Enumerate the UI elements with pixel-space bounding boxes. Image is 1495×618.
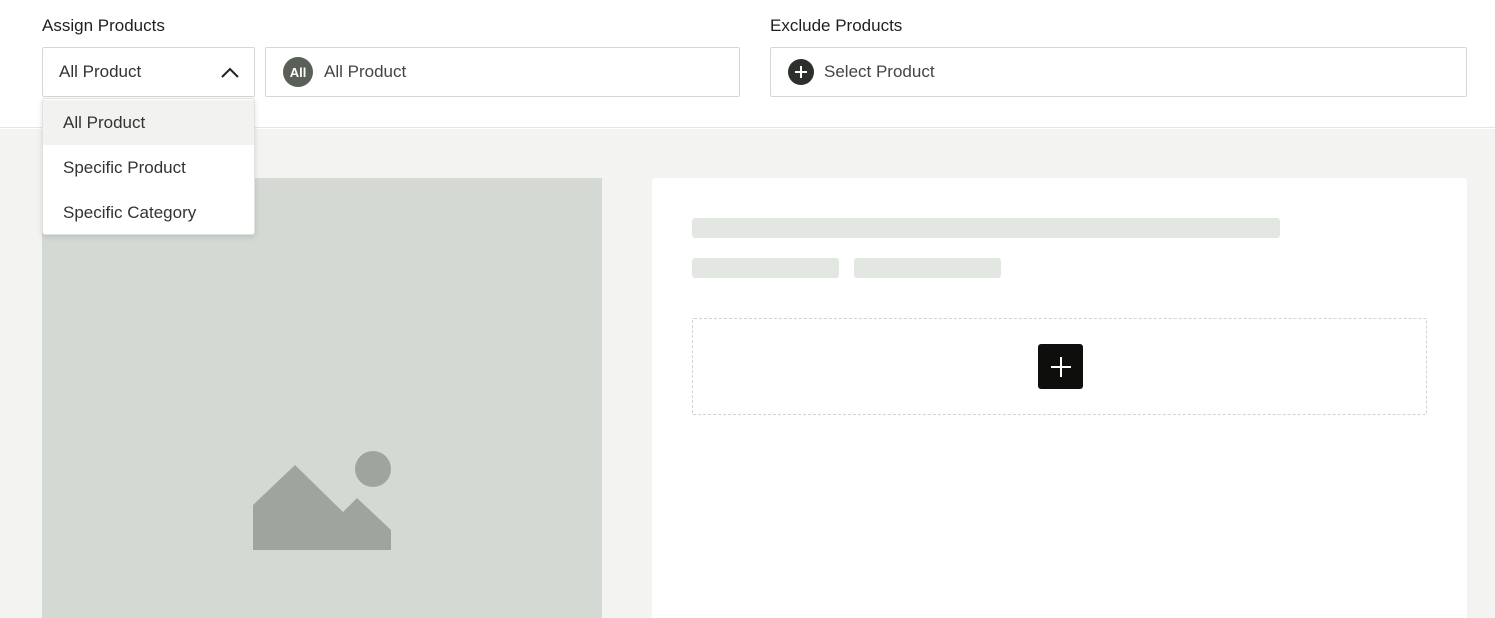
assign-type-select[interactable]: All Product: [42, 47, 255, 97]
skeleton-title-line: [692, 218, 1280, 238]
product-card-skeleton: [652, 178, 1467, 618]
skeleton-meta-line: [854, 258, 1001, 278]
assigned-products-tag-text: All Product: [324, 62, 407, 81]
dropdown-option-specific-product[interactable]: Specific Product: [43, 145, 254, 190]
assigned-products-field[interactable]: All All Product: [265, 47, 740, 97]
skeleton-meta-line: [692, 258, 839, 278]
image-icon: [253, 451, 391, 550]
chevron-up-icon: [221, 67, 239, 78]
plus-circle-icon: [788, 59, 814, 85]
dropdown-option-specific-category[interactable]: Specific Category: [43, 190, 254, 235]
add-block-dropzone: [692, 318, 1427, 415]
exclude-products-select-button[interactable]: Select Product: [770, 47, 1467, 97]
add-button[interactable]: [1038, 344, 1083, 389]
exclude-products-placeholder: Select Product: [824, 62, 935, 81]
assign-products-label: Assign Products: [42, 16, 165, 35]
all-badge: All: [283, 57, 313, 87]
exclude-products-label: Exclude Products: [770, 16, 903, 35]
assign-type-dropdown-menu: All Product Specific Product Specific Ca…: [42, 98, 255, 235]
assign-type-selected-value: All Product: [59, 62, 142, 81]
product-image-placeholder: [42, 178, 602, 618]
dropdown-option-all-product[interactable]: All Product: [43, 100, 254, 145]
